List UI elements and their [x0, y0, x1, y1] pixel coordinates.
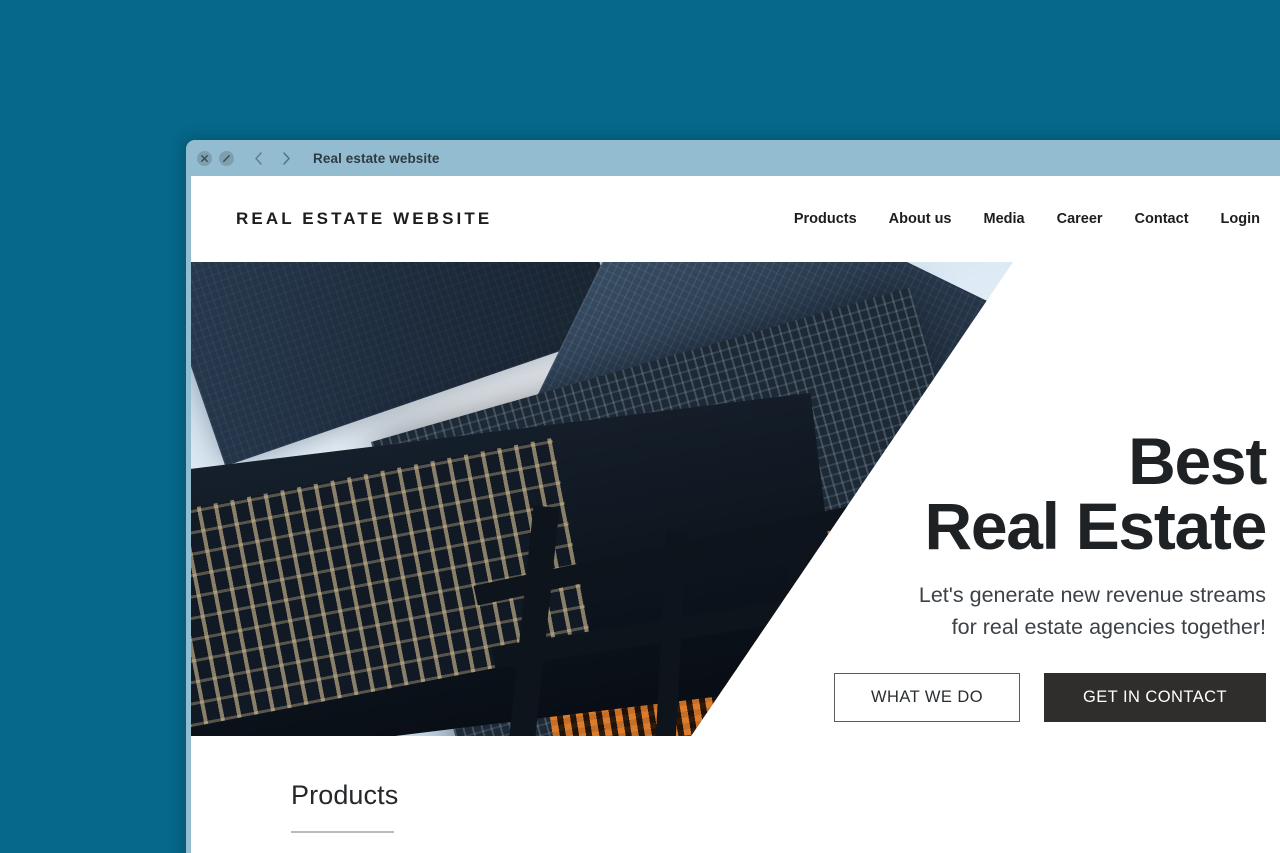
what-we-do-button[interactable]: WHAT WE DO — [834, 672, 1020, 722]
site-logo[interactable]: REAL ESTATE WEBSITE — [236, 209, 492, 229]
back-button[interactable] — [247, 147, 269, 169]
hero-actions: WHAT WE DO GET IN CONTACT — [834, 672, 1266, 722]
nav-item-login[interactable]: Login — [1221, 211, 1260, 227]
window-frame-left — [186, 176, 191, 853]
nav-item-career[interactable]: Career — [1057, 211, 1103, 227]
browser-window: Real estate website REAL ESTATE WEBSITE … — [186, 140, 1280, 853]
block-glyph — [223, 154, 230, 162]
nav-item-about-us[interactable]: About us — [889, 211, 952, 227]
chevron-right-icon — [282, 151, 290, 165]
nav-item-products[interactable]: Products — [794, 211, 857, 227]
browser-titlebar: Real estate website — [186, 140, 1280, 176]
products-section: Products Real estate website is the digi… — [191, 736, 1280, 853]
close-glyph — [201, 154, 208, 162]
browser-tab-title[interactable]: Real estate website — [313, 151, 439, 166]
products-heading: Products — [291, 780, 399, 810]
products-divider — [291, 831, 394, 833]
hero-subtitle: Let's generate new revenue streams for r… — [918, 583, 1266, 639]
forward-button[interactable] — [275, 147, 297, 169]
nav-item-contact[interactable]: Contact — [1135, 211, 1189, 227]
chevron-left-icon — [254, 151, 262, 165]
page-viewport: REAL ESTATE WEBSITE Products About us Me… — [191, 176, 1280, 853]
desktop-background: Real estate website REAL ESTATE WEBSITE … — [0, 0, 1280, 853]
block-circle-icon[interactable] — [219, 150, 234, 166]
site-header: REAL ESTATE WEBSITE Products About us Me… — [191, 176, 1280, 262]
get-in-contact-button[interactable]: GET IN CONTACT — [1044, 672, 1266, 722]
main-navigation: Products About us Media Career Contact L… — [794, 211, 1266, 227]
hero-section: Best Real Estate Let's generate new reve… — [191, 262, 1280, 736]
close-circle-icon[interactable] — [197, 150, 212, 166]
nav-item-media[interactable]: Media — [984, 211, 1025, 227]
hero-text-column: Best Real Estate Let's generate new reve… — [746, 262, 1267, 736]
hero-title: Best Real Estate — [924, 424, 1267, 563]
